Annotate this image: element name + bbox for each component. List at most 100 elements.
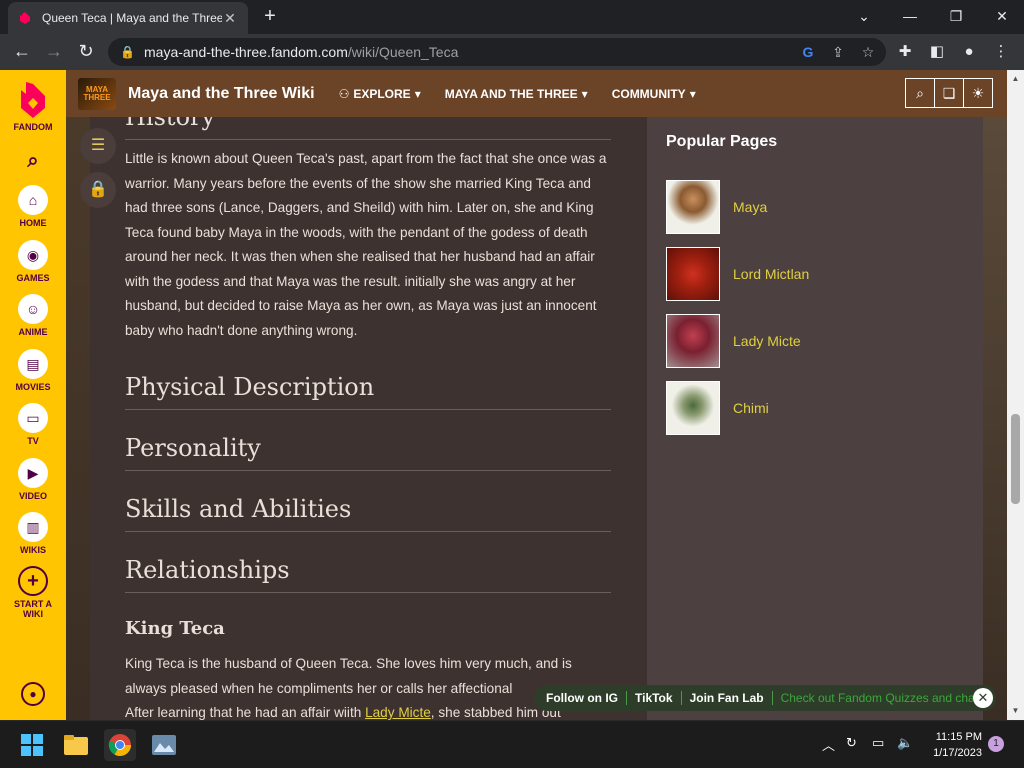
user-icon: ● [21,682,45,706]
file-explorer-icon[interactable] [60,729,92,761]
menu-kebab-icon[interactable]: ⋮ [988,38,1014,66]
share-icon[interactable]: ⇪ [828,42,848,62]
popular-page-name: Lord Mictlan [733,266,810,282]
theme-toggle-icon[interactable]: ☀ [963,78,993,108]
fandom-heart-icon [21,82,45,118]
padlock-icon[interactable]: 🔒 [80,172,116,208]
rail-item-anime[interactable]: ☺ ANIME [0,294,66,337]
follow-ig-link[interactable]: Follow on IG [534,691,627,705]
scroll-up-icon[interactable]: ▲ [1007,74,1024,83]
plus-icon: + [18,566,48,596]
popular-page-item[interactable]: Maya [666,180,767,234]
scroll-down-icon[interactable]: ▼ [1007,706,1024,715]
page-side-tools: ☰ 🔒 [80,128,116,216]
rail-item-tv[interactable]: ▭ TV [0,403,66,446]
volume-icon[interactable]: 🔈 [897,735,913,751]
wiki-name-link[interactable]: Maya and the Three Wiki [128,85,315,103]
scrollbar-thumb[interactable] [1011,414,1020,504]
close-icon[interactable]: ✕ [973,688,993,708]
wiki-header: MAYA THREE Maya and the Three Wiki ⚇ EXP… [66,70,1007,117]
clapper-icon: ▤ [18,349,48,379]
popular-page-name: Lady Micte [733,333,801,349]
fandom-global-nav: FANDOM ⌕ ⌂ HOME ◉ GAMES ☺ ANIME ▤ MOVIES… [0,70,66,720]
rail-user[interactable]: ● [0,682,66,709]
google-icon[interactable]: G [798,42,818,62]
tab-strip: Queen Teca | Maya and the Three ✕ + ⌄ — … [0,0,1024,34]
rail-item-video[interactable]: ▶ VIDEO [0,458,66,501]
restore-icon[interactable]: ❐ [936,4,976,30]
popular-page-thumbnail [666,381,720,435]
windows-start-icon[interactable] [16,729,48,761]
popular-page-item[interactable]: Chimi [666,381,769,435]
side-panel-icon[interactable]: ◧ [924,38,950,66]
rail-item-home[interactable]: ⌂ HOME [0,185,66,228]
chevron-down-icon: ▾ [581,86,588,101]
fandom-favicon-icon [20,12,30,24]
popular-page-item[interactable]: Lord Mictlan [666,247,809,301]
wiki-search-icon[interactable]: ⌕ [905,78,935,108]
profile-icon[interactable]: ● [956,38,982,66]
tiktok-link[interactable]: TikTok [627,691,682,705]
tab-search-icon[interactable]: ⌄ [844,4,884,30]
menu-label: MAYA AND THE THREE [444,86,578,101]
clock-date: 1/17/2023 [933,747,982,759]
toc-icon[interactable]: ☰ [80,128,116,164]
rail-label: START A WIKI [14,599,52,619]
tab-title: Queen Teca | Maya and the Three [42,11,222,25]
bookmark-star-icon[interactable]: ☆ [858,42,878,62]
menu-label: EXPLORE [353,86,411,101]
reload-icon[interactable]: ↻ [70,36,102,68]
rail-label: GAMES [16,273,50,283]
forward-icon[interactable]: → [38,36,70,68]
relationships-heading[interactable]: Relationships [125,556,611,593]
quizzes-marquee[interactable]: Check out Fandom Quizzes and cha [773,691,973,705]
fandom-brand-label: FANDOM [13,122,53,132]
wiki-logo[interactable]: MAYA THREE [78,77,116,110]
lady-micte-link[interactable]: Lady Micte [365,705,431,720]
photos-app-icon[interactable] [148,729,180,761]
clock-time: 11:15 PM [935,731,982,743]
rail-item-games[interactable]: ◉ GAMES [0,240,66,283]
rail-search[interactable]: ⌕ [0,150,66,173]
rail-item-movies[interactable]: ▤ MOVIES [0,349,66,392]
skills-heading[interactable]: Skills and Abilities [125,495,611,532]
url-path: /wiki/Queen_Teca [347,44,459,60]
tab-close-button[interactable]: ✕ [222,10,238,27]
display-icon[interactable]: ▭ [872,735,884,751]
minimize-icon[interactable]: — [890,4,930,30]
new-tab-button[interactable]: + [258,5,282,29]
article-content: History Little is known about Queen Teca… [90,117,647,720]
join-fan-lab-link[interactable]: Join Fan Lab [682,691,773,705]
close-window-icon[interactable]: ✕ [982,4,1022,30]
chevron-down-icon: ▾ [689,86,696,101]
chrome-icon[interactable] [104,729,136,761]
extensions-icon[interactable]: ✚ [892,38,918,66]
rail-item-start-wiki[interactable]: + START A WIKI [0,566,66,619]
menu-maya-and-the-three[interactable]: MAYA AND THE THREE ▾ [445,87,588,101]
taskbar-clock[interactable]: 11:15 PM 1/17/2023 [924,729,982,761]
fandom-logo[interactable]: FANDOM [0,78,66,132]
popular-pages-title: Popular Pages [666,133,778,150]
right-rail: Popular Pages Maya Lord Mictlan Lady Mic… [647,117,983,720]
popular-page-item[interactable]: Lady Micte [666,314,801,368]
rail-item-wikis[interactable]: ▥ WIKIS [0,512,66,555]
tv-icon: ▭ [18,403,48,433]
sync-icon[interactable]: ↻ [846,735,857,751]
url-host: maya-and-the-three.fandom.com [144,44,348,60]
menu-explore[interactable]: ⚇ EXPLORE ▾ [339,87,421,101]
popular-page-thumbnail [666,314,720,368]
king-text: King Teca is the husband of Queen Teca. … [125,656,572,696]
discussions-icon[interactable]: ❏ [934,78,964,108]
menu-community[interactable]: COMMUNITY ▾ [612,87,696,101]
back-icon[interactable]: ← [6,36,38,68]
history-paragraph: Little is known about Queen Teca's past,… [125,151,607,338]
physical-description-heading[interactable]: Physical Description [125,373,611,410]
popular-page-name: Chimi [733,400,769,416]
search-icon: ⌕ [27,150,39,172]
page-scrollbar[interactable]: ▲ ▼ [1007,70,1024,720]
chevron-up-icon[interactable]: ︿ [822,735,835,754]
notification-badge[interactable]: 1 [988,736,1004,752]
browser-tab[interactable]: Queen Teca | Maya and the Three ✕ [8,2,248,34]
address-bar[interactable]: 🔒 maya-and-the-three.fandom.com/wiki/Que… [108,38,886,66]
personality-heading[interactable]: Personality [125,434,611,471]
